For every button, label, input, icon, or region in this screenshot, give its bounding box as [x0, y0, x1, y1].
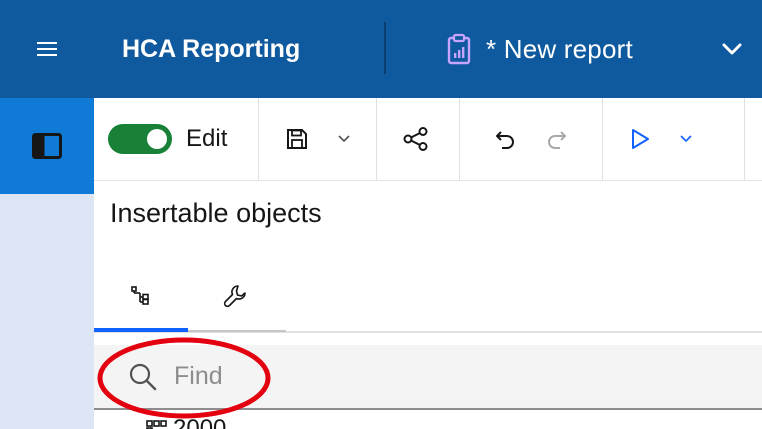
menu-button[interactable] [0, 0, 94, 98]
edit-toggle[interactable]: Edit [108, 98, 258, 180]
toggle-switch[interactable] [108, 124, 172, 154]
app-header: HCA Reporting * New report [0, 0, 762, 98]
save-icon [287, 129, 307, 149]
tab-underline [188, 330, 286, 332]
toolbar: Edit [94, 98, 762, 181]
save-options-button[interactable] [324, 98, 364, 180]
save-button[interactable] [272, 98, 322, 180]
panel-toggle-icon [32, 133, 62, 159]
data-tree-icon [131, 286, 149, 305]
run-button[interactable] [616, 98, 664, 180]
hierarchy-icon [146, 420, 167, 429]
panel-toggle-button[interactable] [0, 98, 94, 194]
toolbar-divider [602, 98, 603, 180]
report-title-button[interactable]: * New report [446, 0, 633, 98]
toggle-knob [147, 129, 167, 149]
report-title: * New report [486, 33, 633, 64]
search-icon [124, 358, 162, 396]
edit-label: Edit [186, 125, 228, 152]
toolbar-divider [459, 98, 460, 180]
undo-button[interactable] [482, 98, 528, 180]
toolbar-divider [744, 98, 745, 180]
redo-icon [548, 131, 566, 149]
play-icon [632, 129, 649, 149]
tree-item-label: 2000 [173, 415, 227, 429]
toolbar-divider [258, 98, 259, 180]
hamburger-menu-icon [37, 42, 57, 56]
wrench-icon [223, 285, 246, 308]
left-rail [0, 98, 94, 429]
chevron-down-icon [338, 135, 350, 143]
report-menu-button[interactable] [712, 0, 752, 98]
app-title: HCA Reporting [122, 34, 301, 63]
chevron-down-icon [722, 43, 742, 55]
tab-toolbox[interactable] [188, 262, 282, 330]
panel-title: Insertable objects [110, 198, 322, 228]
run-options-button[interactable] [666, 98, 706, 180]
tree-item[interactable]: 2000 [145, 414, 226, 429]
clipboard-report-icon [446, 32, 472, 66]
header-divider [384, 22, 386, 74]
search-field[interactable] [94, 345, 762, 410]
share-icon [403, 127, 428, 151]
tab-source[interactable] [94, 262, 188, 330]
search-input[interactable] [174, 356, 674, 397]
toolbar-divider [376, 98, 377, 180]
app-window: HCA Reporting * New report Edit Insertab… [0, 0, 762, 429]
share-button[interactable] [390, 98, 442, 180]
undo-icon [496, 131, 514, 149]
chevron-down-icon [680, 135, 692, 143]
active-tab-indicator [94, 328, 188, 332]
redo-button[interactable] [534, 98, 580, 180]
